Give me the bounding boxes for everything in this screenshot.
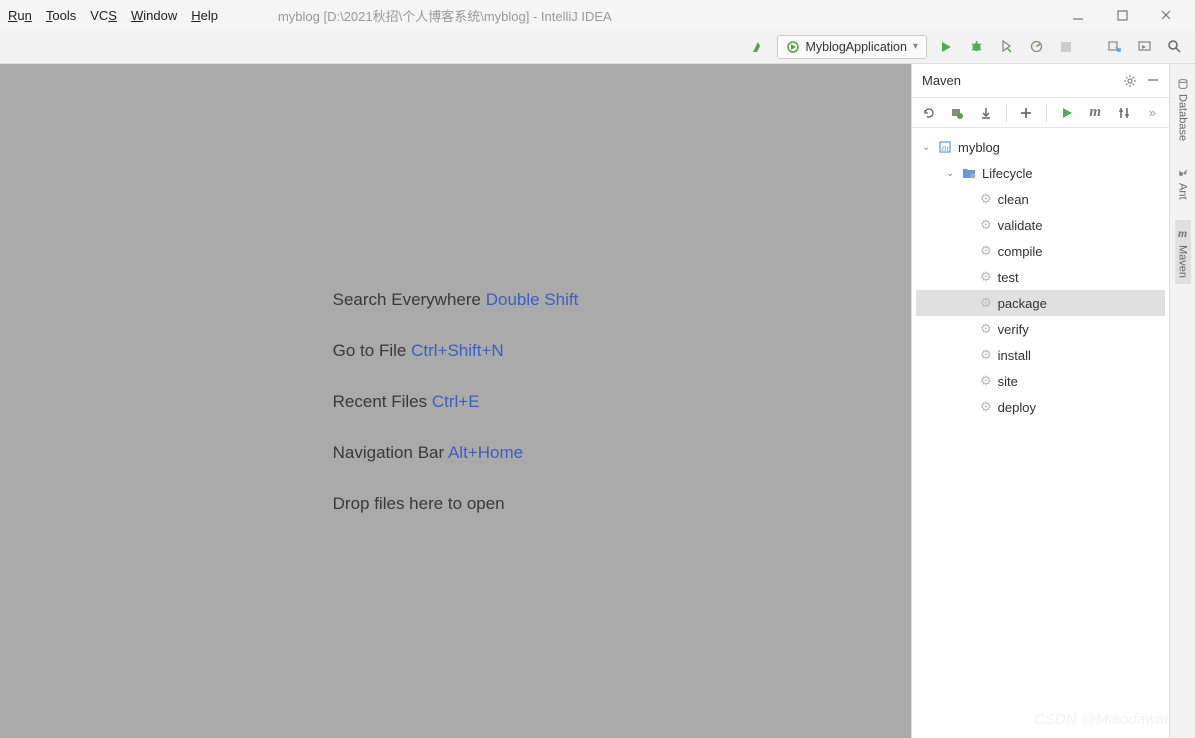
add-project-icon[interactable] bbox=[1017, 104, 1035, 122]
right-sidebar: Database Ant m Maven bbox=[1169, 64, 1195, 738]
tip-search-key: Double Shift bbox=[486, 290, 579, 309]
gear-icon: ⚙ bbox=[980, 347, 992, 363]
tab-ant[interactable]: Ant bbox=[1175, 161, 1191, 206]
tip-nav-label: Navigation Bar bbox=[333, 443, 445, 462]
execute-goal-icon[interactable]: m bbox=[1086, 104, 1104, 122]
gear-icon: ⚙ bbox=[980, 217, 992, 233]
chevron-down-icon: ⌄ bbox=[922, 142, 932, 153]
run-button[interactable] bbox=[935, 36, 957, 58]
tip-nav-key: Alt+Home bbox=[448, 443, 523, 462]
profile-button[interactable] bbox=[1025, 36, 1047, 58]
gear-icon: ⚙ bbox=[980, 295, 992, 311]
maven-project-label: myblog bbox=[958, 140, 1000, 155]
maven-header: Maven bbox=[912, 64, 1169, 98]
close-button[interactable] bbox=[1159, 8, 1173, 22]
goal-compile[interactable]: ⚙compile bbox=[916, 238, 1165, 264]
download-sources-icon[interactable] bbox=[977, 104, 995, 122]
menu-help[interactable]: Help bbox=[191, 8, 218, 23]
run-configuration-selector[interactable]: MyblogApplication ▾ bbox=[777, 35, 927, 59]
build-icon[interactable] bbox=[747, 36, 769, 58]
menubar: Run Tools VCS Window Help bbox=[8, 8, 218, 23]
gear-icon: ⚙ bbox=[980, 373, 992, 389]
maven-panel: Maven m » ⌄ bbox=[911, 64, 1169, 738]
editor-empty-area[interactable]: Search Everywhere Double Shift Go to Fil… bbox=[0, 64, 911, 738]
maven-tree: ⌄ m myblog ⌄ Lifecycle ⚙clean ⚙validate … bbox=[912, 128, 1169, 426]
folder-icon bbox=[962, 167, 976, 179]
maven-toolbar: m » bbox=[912, 98, 1169, 128]
tip-goto-label: Go to File bbox=[333, 341, 407, 360]
tip-search-label: Search Everywhere bbox=[333, 290, 481, 309]
maven-project-node[interactable]: ⌄ m myblog bbox=[916, 134, 1165, 160]
editor-tips: Search Everywhere Double Shift Go to Fil… bbox=[333, 274, 579, 529]
menu-vcs[interactable]: VCS bbox=[90, 8, 117, 23]
presentation-icon[interactable] bbox=[1133, 36, 1155, 58]
tip-drop: Drop files here to open bbox=[333, 478, 579, 529]
tab-database[interactable]: Database bbox=[1175, 72, 1191, 147]
maven-title: Maven bbox=[922, 73, 961, 88]
tab-maven[interactable]: m Maven bbox=[1175, 220, 1191, 284]
coverage-button[interactable] bbox=[995, 36, 1017, 58]
goal-site[interactable]: ⚙site bbox=[916, 368, 1165, 394]
main-area: Search Everywhere Double Shift Go to Fil… bbox=[0, 64, 1195, 738]
goal-deploy[interactable]: ⚙deploy bbox=[916, 394, 1165, 420]
tip-recent-label: Recent Files bbox=[333, 392, 427, 411]
minimize-button[interactable] bbox=[1071, 8, 1085, 22]
chevron-down-icon: ⌄ bbox=[946, 168, 956, 179]
search-icon[interactable] bbox=[1163, 36, 1185, 58]
gear-icon: ⚙ bbox=[980, 243, 992, 259]
run-configuration-label: MyblogApplication bbox=[806, 40, 907, 54]
goal-verify[interactable]: ⚙verify bbox=[916, 316, 1165, 342]
run-maven-icon[interactable] bbox=[1058, 104, 1076, 122]
window-controls bbox=[1071, 8, 1187, 22]
minimize-panel-icon[interactable] bbox=[1147, 74, 1159, 88]
maven-module-icon: m bbox=[938, 140, 952, 154]
generate-sources-icon[interactable] bbox=[949, 104, 967, 122]
menu-run[interactable]: Run bbox=[8, 8, 32, 23]
goal-install[interactable]: ⚙install bbox=[916, 342, 1165, 368]
database-icon bbox=[1177, 78, 1189, 90]
goal-test[interactable]: ⚙test bbox=[916, 264, 1165, 290]
svg-text:m: m bbox=[942, 144, 949, 153]
toggle-offline-icon[interactable] bbox=[1115, 104, 1133, 122]
lifecycle-label: Lifecycle bbox=[982, 166, 1033, 181]
ant-icon bbox=[1177, 167, 1189, 179]
gear-icon: ⚙ bbox=[980, 269, 992, 285]
expand-icon[interactable]: » bbox=[1144, 104, 1162, 122]
gear-icon: ⚙ bbox=[980, 399, 992, 415]
reload-icon[interactable] bbox=[920, 104, 938, 122]
tip-recent-key: Ctrl+E bbox=[432, 392, 480, 411]
chevron-down-icon: ▾ bbox=[913, 41, 918, 52]
menu-window[interactable]: Window bbox=[131, 8, 177, 23]
maven-icon: m bbox=[1178, 226, 1187, 241]
menu-tools[interactable]: Tools bbox=[46, 8, 76, 23]
vcs-update-icon[interactable] bbox=[1103, 36, 1125, 58]
gear-icon: ⚙ bbox=[980, 191, 992, 207]
stop-button[interactable] bbox=[1055, 36, 1077, 58]
goal-validate[interactable]: ⚙validate bbox=[916, 212, 1165, 238]
gear-icon: ⚙ bbox=[980, 321, 992, 337]
main-toolbar: MyblogApplication ▾ bbox=[0, 30, 1195, 64]
titlebar: Run Tools VCS Window Help myblog [D:\202… bbox=[0, 0, 1195, 30]
goal-clean[interactable]: ⚙clean bbox=[916, 186, 1165, 212]
tip-goto-key: Ctrl+Shift+N bbox=[411, 341, 504, 360]
gear-icon[interactable] bbox=[1123, 74, 1137, 88]
maximize-button[interactable] bbox=[1115, 8, 1129, 22]
window-title: myblog [D:\2021秋招\个人博客系统\myblog] - Intel… bbox=[278, 6, 612, 25]
debug-button[interactable] bbox=[965, 36, 987, 58]
goal-package[interactable]: ⚙package bbox=[916, 290, 1165, 316]
lifecycle-node[interactable]: ⌄ Lifecycle bbox=[916, 160, 1165, 186]
